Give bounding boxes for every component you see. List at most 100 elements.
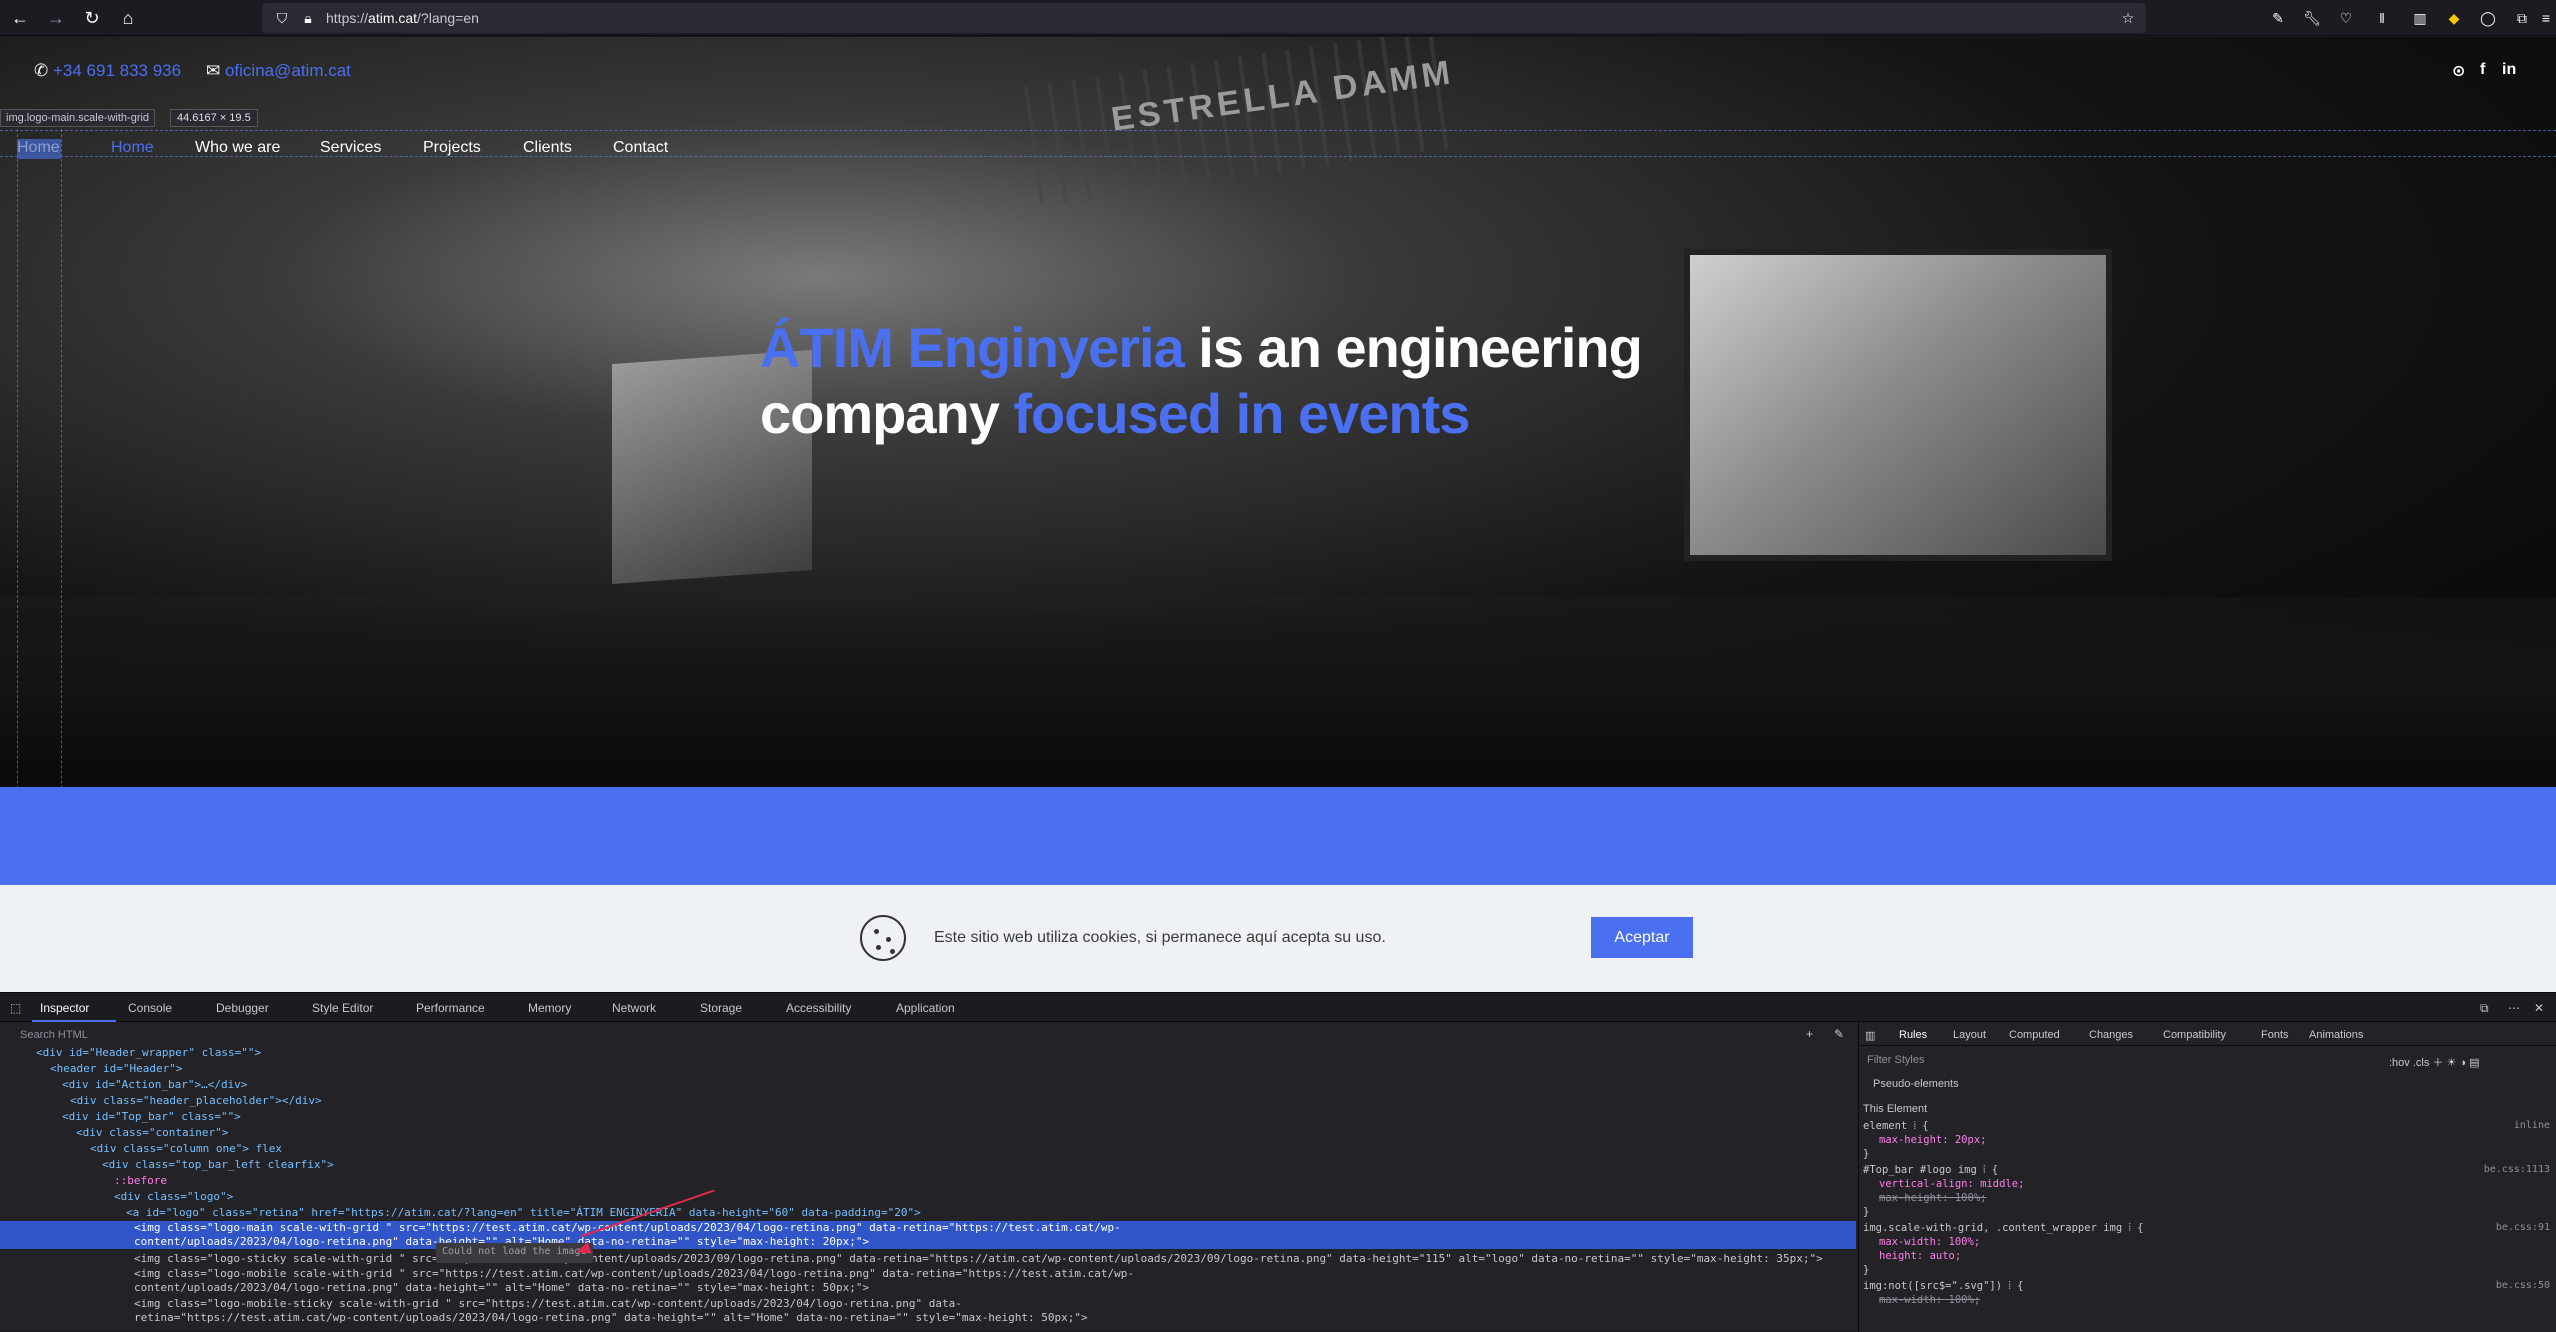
rule-property[interactable]: height: auto; bbox=[1879, 1250, 1961, 1262]
email-icon: ✉ bbox=[206, 61, 225, 80]
instagram-icon[interactable]: ⊙ bbox=[2452, 61, 2465, 81]
eyedropper-icon[interactable]: ✎ bbox=[2268, 8, 2288, 28]
url-bar[interactable]: ⛉ 🔒︎ https://atim.cat/?lang=en ☆ bbox=[262, 3, 2146, 33]
rule-selector: img:not([src$=".svg"]) ⦙ { bbox=[1863, 1280, 2024, 1292]
rule-source[interactable]: inline bbox=[2514, 1120, 2550, 1131]
crowd bbox=[0, 597, 2556, 787]
rule-property[interactable]: vertical-align: middle; bbox=[1879, 1178, 2024, 1190]
stage-screen-right bbox=[1684, 249, 2112, 561]
cookie-icon bbox=[860, 915, 906, 961]
tree-node[interactable]: <img class="logo-sticky scale-with-grid … bbox=[0, 1251, 1856, 1267]
rule-property[interactable]: max-height: 20px; bbox=[1879, 1134, 1986, 1146]
dock-icon[interactable]: ⧉ bbox=[2480, 1001, 2489, 1016]
tree-node[interactable]: <img class="logo-mobile-sticky scale-wit… bbox=[0, 1297, 1856, 1325]
tab-network[interactable]: Network bbox=[612, 1001, 656, 1015]
back-icon[interactable]: ← bbox=[8, 6, 32, 30]
tree-node[interactable]: <div class="top_bar_left clearfix"> bbox=[0, 1157, 1856, 1173]
tab-performance[interactable]: Performance bbox=[416, 1001, 485, 1015]
rule-property-overridden[interactable]: max-height: 100%; bbox=[1879, 1192, 1986, 1204]
tree-node[interactable]: <header id="Header"> bbox=[0, 1061, 1856, 1077]
menu-contact[interactable]: Contact bbox=[613, 139, 668, 157]
menu-who-we-are[interactable]: Who we are bbox=[195, 139, 280, 157]
tab-changes[interactable]: Changes bbox=[2089, 1029, 2133, 1041]
devtools-panel: ⬚ Inspector Console Debugger Style Edito… bbox=[0, 992, 2556, 1332]
menu-icon[interactable]: ≡ bbox=[2536, 8, 2556, 28]
tree-node[interactable]: <img class="logo-mobile scale-with-grid … bbox=[0, 1267, 1856, 1295]
account-icon[interactable]: ◯ bbox=[2478, 8, 2498, 28]
tree-node[interactable]: <div class="column one"> flex bbox=[0, 1141, 1856, 1157]
rule-property[interactable]: max-width: 100%; bbox=[1879, 1236, 1980, 1248]
filter-styles-input[interactable]: Filter Styles bbox=[1867, 1054, 1924, 1066]
image-load-error-tooltip: Could not load the image bbox=[436, 1243, 593, 1263]
bookmark-star-icon[interactable]: ☆ bbox=[2118, 8, 2138, 28]
tree-node-selected[interactable]: <img class="logo-main scale-with-grid " … bbox=[0, 1221, 1856, 1249]
tab-computed[interactable]: Computed bbox=[2009, 1029, 2060, 1041]
rule-source[interactable]: be.css:50 bbox=[2496, 1280, 2550, 1291]
cookie-message: Este sitio web utiliza cookies, si perma… bbox=[934, 929, 1386, 946]
close-icon[interactable]: ✕ bbox=[2534, 1001, 2544, 1015]
rules-panel: ▥ Rules Layout Computed Changes Compatib… bbox=[1858, 1022, 2556, 1332]
rule-source[interactable]: be.css:91 bbox=[2496, 1222, 2550, 1233]
rule-source[interactable]: be.css:1113 bbox=[2484, 1164, 2550, 1175]
lock-icon[interactable]: 🔒︎ bbox=[298, 8, 318, 28]
tab-memory[interactable]: Memory bbox=[528, 1001, 571, 1015]
tab-console[interactable]: Console bbox=[128, 1001, 172, 1015]
grid-overlay-size: 44.6167 × 19.5 bbox=[170, 109, 258, 127]
tree-node[interactable]: ::before bbox=[0, 1173, 1856, 1189]
tab-storage[interactable]: Storage bbox=[700, 1001, 742, 1015]
shield-icon[interactable]: ⛉ bbox=[272, 8, 292, 28]
accept-cookies-button[interactable]: Aceptar bbox=[1591, 917, 1693, 958]
search-html-input[interactable]: Search HTML bbox=[20, 1029, 88, 1041]
more-options-icon[interactable]: ⋯ bbox=[2508, 1001, 2520, 1015]
sidebar-icon[interactable]: ▥ bbox=[2410, 8, 2430, 28]
add-node-icon[interactable]: + bbox=[1806, 1027, 1813, 1041]
pocket-icon[interactable]: ♡ bbox=[2336, 8, 2356, 28]
tab-debugger[interactable]: Debugger bbox=[216, 1001, 269, 1015]
tab-style-editor[interactable]: Style Editor bbox=[312, 1001, 373, 1015]
panel-toggle-icon[interactable]: ▥ bbox=[1865, 1029, 1875, 1042]
rule-selector: img.scale-with-grid, .content_wrapper im… bbox=[1863, 1222, 2144, 1234]
home-icon[interactable]: ⌂ bbox=[116, 6, 140, 30]
pick-color-icon[interactable]: ✎ bbox=[1834, 1027, 1844, 1041]
email-link[interactable]: ✉ oficina@atim.cat bbox=[206, 61, 351, 81]
logo-image-alt[interactable]: Home bbox=[17, 139, 61, 159]
devtools-tabbar: ⬚ Inspector Console Debugger Style Edito… bbox=[0, 993, 2556, 1022]
rule-property-overridden[interactable]: max-width: 100%; bbox=[1879, 1294, 1980, 1306]
grid-overlay-selector: img.logo-main.scale-with-grid bbox=[0, 109, 156, 127]
tab-layout[interactable]: Layout bbox=[1953, 1029, 1986, 1041]
hov-toggle[interactable]: :hov .cls ＋ ☀ ◑ ▤ bbox=[2389, 1054, 2479, 1070]
tab-animations[interactable]: Animations bbox=[2309, 1029, 2363, 1041]
facebook-icon[interactable]: f bbox=[2480, 61, 2485, 79]
menu-clients[interactable]: Clients bbox=[523, 139, 572, 157]
tab-rules[interactable]: Rules bbox=[1899, 1029, 1927, 1041]
rule-selector: element ⦙ { bbox=[1863, 1120, 1929, 1132]
tree-node[interactable]: <div class="header_placeholder"></div> bbox=[0, 1093, 1856, 1109]
tab-inspector[interactable]: Inspector bbox=[40, 1001, 89, 1015]
menu-projects[interactable]: Projects bbox=[423, 139, 481, 157]
url-text: https://atim.cat/?lang=en bbox=[326, 10, 479, 26]
phone-icon: ✆ bbox=[34, 61, 53, 80]
tree-node[interactable]: <div class="container"> bbox=[0, 1125, 1856, 1141]
phone-link[interactable]: ✆ +34 691 833 936 bbox=[34, 61, 181, 81]
tree-node[interactable]: <a id="logo" class="retina" href="https:… bbox=[0, 1205, 1856, 1221]
linkedin-icon[interactable]: in bbox=[2502, 61, 2516, 79]
extensions-icon[interactable]: ⧉ bbox=[2512, 8, 2532, 28]
tree-node[interactable]: <div id="Header_wrapper" class=""> bbox=[0, 1045, 1856, 1061]
tab-fonts[interactable]: Fonts bbox=[2261, 1029, 2289, 1041]
tab-accessibility[interactable]: Accessibility bbox=[786, 1001, 851, 1015]
tree-node[interactable]: <div id="Action_bar">…</div> bbox=[0, 1077, 1856, 1093]
wrench-icon[interactable]: 🔧︎ bbox=[2302, 8, 2322, 28]
tab-compatibility[interactable]: Compatibility bbox=[2163, 1029, 2226, 1041]
element-picker-icon[interactable]: ⬚ bbox=[10, 1001, 21, 1015]
rule-close: } bbox=[1863, 1206, 1870, 1218]
extension-icon[interactable]: ◆ bbox=[2444, 8, 2464, 28]
menu-home[interactable]: Home bbox=[111, 139, 154, 157]
pseudo-elements-toggle[interactable]: Pseudo-elements bbox=[1873, 1078, 1959, 1090]
reload-icon[interactable]: ↻ bbox=[80, 6, 104, 30]
menu-services[interactable]: Services bbox=[320, 139, 381, 157]
tree-node[interactable]: <div id="Top_bar" class=""> bbox=[0, 1109, 1856, 1125]
tab-application[interactable]: Application bbox=[896, 1001, 955, 1015]
library-icon[interactable]: ‖ bbox=[2372, 8, 2392, 28]
tree-node[interactable]: <div class="logo"> bbox=[0, 1189, 1856, 1205]
forward-icon[interactable]: → bbox=[44, 6, 68, 30]
